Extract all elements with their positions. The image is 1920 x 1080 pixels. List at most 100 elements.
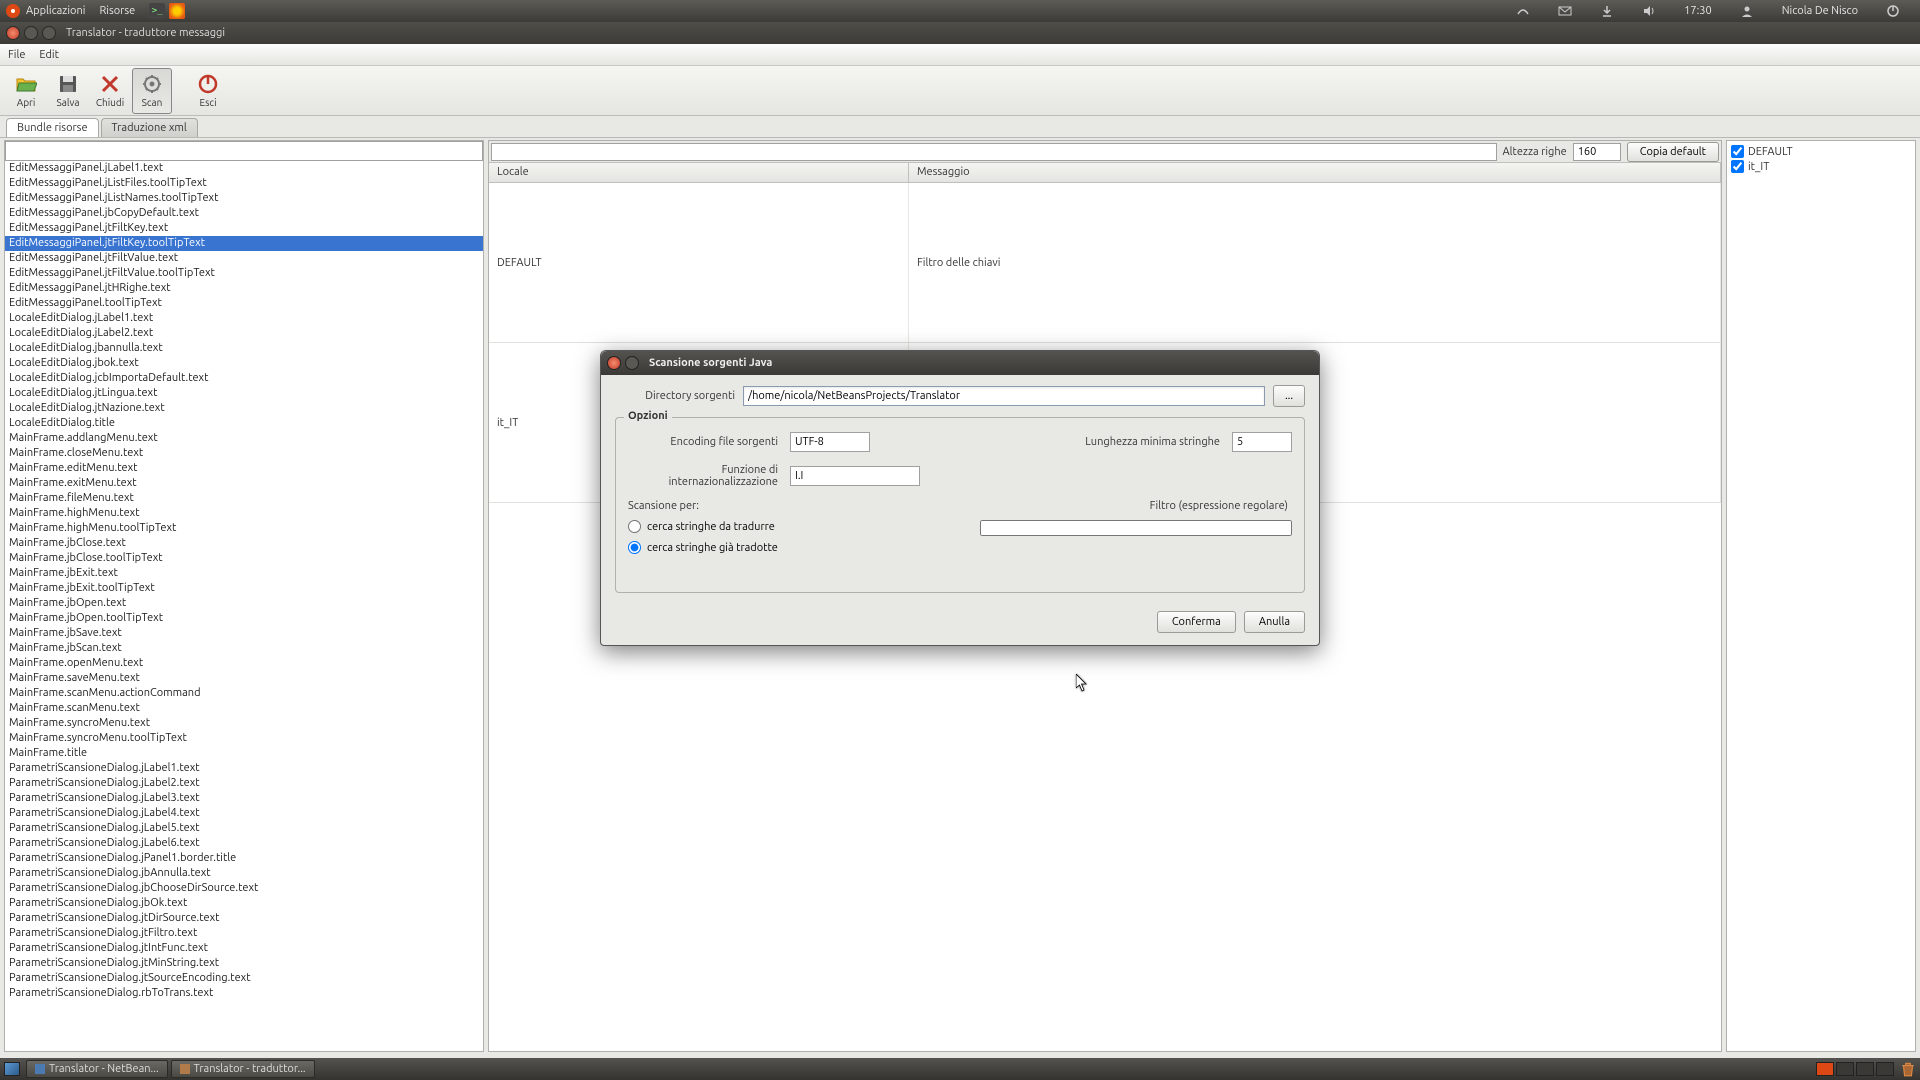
taskbar-item-translator[interactable]: Translator - traduttor...	[171, 1060, 315, 1078]
list-item[interactable]: EditMessaggiPanel.jListFiles.toolTipText	[5, 176, 483, 191]
list-item[interactable]: ParametriScansioneDialog.jbChooseDirSour…	[5, 881, 483, 896]
list-item[interactable]: ParametriScansioneDialog.rbToTrans.text	[5, 986, 483, 1001]
radio-already-translated[interactable]: cerca stringhe già tradotte	[628, 541, 940, 554]
list-item[interactable]: ParametriScansioneDialog.jtSourceEncodin…	[5, 971, 483, 986]
terminal-launcher-icon[interactable]: >_	[149, 3, 165, 19]
list-item[interactable]: LocaleEditDialog.title	[5, 416, 483, 431]
radio[interactable]	[628, 541, 641, 554]
list-item[interactable]: LocaleEditDialog.jLabel2.text	[5, 326, 483, 341]
workspace-2[interactable]	[1836, 1062, 1854, 1076]
regex-filter-input[interactable]	[980, 520, 1292, 536]
list-item[interactable]: ParametriScansioneDialog.jtIntFunc.text	[5, 941, 483, 956]
list-item[interactable]: MainFrame.fileMenu.text	[5, 491, 483, 506]
list-item[interactable]: LocaleEditDialog.jLabel1.text	[5, 311, 483, 326]
list-item[interactable]: MainFrame.saveMenu.text	[5, 671, 483, 686]
list-item[interactable]: MainFrame.jbOpen.text	[5, 596, 483, 611]
updates-icon[interactable]	[1600, 4, 1614, 18]
list-item[interactable]: MainFrame.addlangMenu.text	[5, 431, 483, 446]
dialog-minimize-icon[interactable]	[625, 356, 639, 370]
workspace-1[interactable]	[1816, 1062, 1834, 1076]
list-item[interactable]: ParametriScansioneDialog.jLabel3.text	[5, 791, 483, 806]
list-item[interactable]: ParametriScansioneDialog.jtMinString.tex…	[5, 956, 483, 971]
list-item[interactable]: EditMessaggiPanel.jbCopyDefault.text	[5, 206, 483, 221]
minlen-input[interactable]	[1232, 432, 1292, 452]
browse-button[interactable]: ...	[1273, 385, 1305, 407]
list-item[interactable]: MainFrame.highMenu.text	[5, 506, 483, 521]
list-item[interactable]: MainFrame.title	[5, 746, 483, 761]
close-button[interactable]: Chiudi	[90, 68, 130, 114]
list-item[interactable]: ParametriScansioneDialog.jbOk.text	[5, 896, 483, 911]
table-row[interactable]: DEFAULT Filtro delle chiavi	[489, 183, 1721, 343]
places-menu[interactable]: Risorse	[99, 5, 135, 17]
list-item[interactable]: MainFrame.jbClose.toolTipText	[5, 551, 483, 566]
dialog-titlebar[interactable]: Scansione sorgenti Java	[601, 351, 1319, 375]
checkbox[interactable]	[1731, 160, 1744, 173]
list-item[interactable]: ParametriScansioneDialog.jLabel1.text	[5, 761, 483, 776]
workspace-switcher[interactable]	[1816, 1062, 1894, 1076]
list-item[interactable]: MainFrame.highMenu.toolTipText	[5, 521, 483, 536]
list-item[interactable]: MainFrame.syncroMenu.toolTipText	[5, 731, 483, 746]
list-item[interactable]: ParametriScansioneDialog.jLabel2.text	[5, 776, 483, 791]
list-item[interactable]: LocaleEditDialog.jbannulla.text	[5, 341, 483, 356]
list-item[interactable]: EditMessaggiPanel.jLabel1.text	[5, 161, 483, 176]
list-item[interactable]: MainFrame.editMenu.text	[5, 461, 483, 476]
copy-default-button[interactable]: Copia default	[1627, 142, 1719, 162]
cancel-button[interactable]: Anulla	[1244, 611, 1305, 633]
show-desktop-icon[interactable]	[4, 1062, 20, 1076]
list-item[interactable]: LocaleEditDialog.jbok.text	[5, 356, 483, 371]
list-item[interactable]: EditMessaggiPanel.jtFiltKey.text	[5, 221, 483, 236]
confirm-button[interactable]: Conferma	[1157, 611, 1236, 633]
window-close-icon[interactable]	[6, 26, 20, 40]
workspace-4[interactable]	[1876, 1062, 1894, 1076]
menu-file[interactable]: File	[8, 49, 25, 61]
list-item[interactable]: MainFrame.jbClose.text	[5, 536, 483, 551]
volume-icon[interactable]	[1642, 4, 1656, 18]
list-item[interactable]: MainFrame.openMenu.text	[5, 656, 483, 671]
firefox-launcher-icon[interactable]	[169, 3, 185, 19]
menu-edit[interactable]: Edit	[39, 49, 59, 61]
list-item[interactable]: MainFrame.syncroMenu.text	[5, 716, 483, 731]
encoding-input[interactable]	[790, 432, 870, 452]
column-message[interactable]: Messaggio	[909, 163, 1721, 182]
list-item[interactable]: ParametriScansioneDialog.jLabel5.text	[5, 821, 483, 836]
radio[interactable]	[628, 520, 641, 533]
list-item[interactable]: EditMessaggiPanel.jtFiltValue.text	[5, 251, 483, 266]
locale-checkbox-default[interactable]: DEFAULT	[1731, 145, 1911, 158]
list-item[interactable]: EditMessaggiPanel.jtFiltKey.toolTipText	[5, 236, 483, 251]
list-item[interactable]: MainFrame.jbSave.text	[5, 626, 483, 641]
clock[interactable]: 17:30	[1684, 5, 1712, 17]
exit-button[interactable]: Esci	[188, 68, 228, 114]
mail-icon[interactable]	[1558, 4, 1572, 18]
column-locale[interactable]: Locale	[489, 163, 909, 182]
applications-menu[interactable]: Applicazioni	[26, 5, 85, 17]
list-item[interactable]: ParametriScansioneDialog.jPanel1.border.…	[5, 851, 483, 866]
row-height-input[interactable]	[1573, 143, 1621, 161]
list-item[interactable]: EditMessaggiPanel.jtHRighe.text	[5, 281, 483, 296]
list-item[interactable]: MainFrame.jbOpen.toolTipText	[5, 611, 483, 626]
ubuntu-logo-icon[interactable]	[6, 4, 20, 18]
list-item[interactable]: ParametriScansioneDialog.jtFiltro.text	[5, 926, 483, 941]
list-item[interactable]: ParametriScansioneDialog.jLabel6.text	[5, 836, 483, 851]
list-item[interactable]: MainFrame.scanMenu.text	[5, 701, 483, 716]
list-item[interactable]: LocaleEditDialog.jcbImportaDefault.text	[5, 371, 483, 386]
trash-icon[interactable]	[1900, 1061, 1916, 1077]
tab-traduzione-xml[interactable]: Traduzione xml	[101, 118, 198, 137]
key-filter-input[interactable]	[5, 141, 483, 161]
list-item[interactable]: EditMessaggiPanel.toolTipText	[5, 296, 483, 311]
list-item[interactable]: MainFrame.jbExit.toolTipText	[5, 581, 483, 596]
directory-input[interactable]	[743, 386, 1265, 406]
list-item[interactable]: ParametriScansioneDialog.jLabel4.text	[5, 806, 483, 821]
shutdown-icon[interactable]	[1886, 4, 1900, 18]
list-item[interactable]: MainFrame.jbExit.text	[5, 566, 483, 581]
message-cell[interactable]: Filtro delle chiavi	[909, 183, 1721, 342]
save-button[interactable]: Salva	[48, 68, 88, 114]
window-maximize-icon[interactable]	[42, 26, 56, 40]
taskbar-item-netbeans[interactable]: Translator - NetBean...	[26, 1060, 168, 1078]
list-item[interactable]: MainFrame.exitMenu.text	[5, 476, 483, 491]
tab-bundle-risorse[interactable]: Bundle risorse	[6, 118, 99, 137]
message-filter-input[interactable]	[491, 143, 1497, 161]
i18n-func-input[interactable]	[790, 466, 920, 486]
open-button[interactable]: Apri	[6, 68, 46, 114]
list-item[interactable]: LocaleEditDialog.jtLingua.text	[5, 386, 483, 401]
list-item[interactable]: MainFrame.scanMenu.actionCommand	[5, 686, 483, 701]
